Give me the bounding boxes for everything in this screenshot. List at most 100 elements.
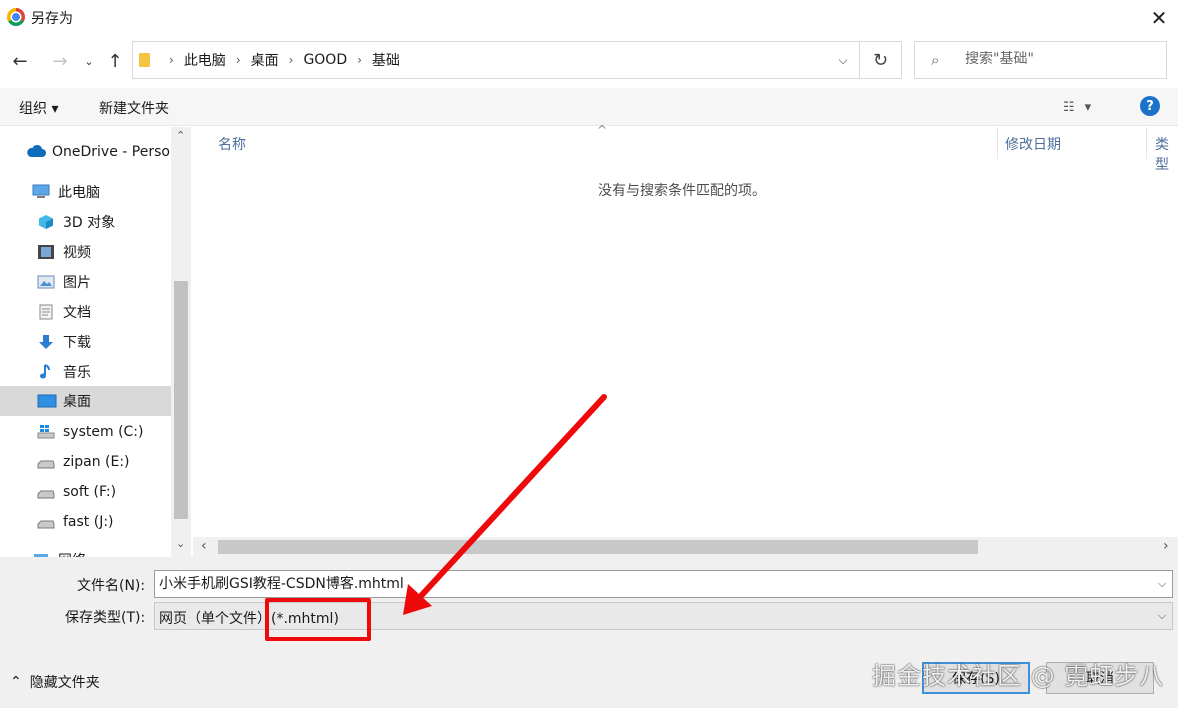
sidebar-item-soft-f[interactable]: soft (F:) bbox=[0, 477, 171, 507]
title-bar: 另存为 ✕ bbox=[0, 0, 1178, 36]
breadcrumb-separator: › bbox=[169, 53, 174, 67]
breadcrumb-item[interactable]: 基础 bbox=[372, 50, 400, 70]
sidebar-item-label: fast (J:) bbox=[63, 514, 114, 530]
organize-button[interactable]: 组织 ▾ bbox=[19, 98, 58, 118]
sidebar-item-label: 网络 bbox=[58, 550, 86, 557]
sidebar-item-network[interactable]: 网络 bbox=[0, 545, 171, 557]
chrome-logo-icon bbox=[7, 8, 25, 26]
column-divider[interactable] bbox=[997, 127, 998, 159]
sidebar-item-label: 下载 bbox=[63, 335, 91, 351]
back-button[interactable]: ← bbox=[6, 46, 34, 76]
chevron-down-icon: ▾ bbox=[1084, 99, 1092, 115]
breadcrumb-separator[interactable]: › bbox=[226, 53, 251, 67]
scrollbar-thumb[interactable] bbox=[174, 281, 188, 519]
sidebar-item-label: soft (F:) bbox=[63, 484, 117, 500]
sidebar-item-label: 此电脑 bbox=[58, 185, 100, 201]
address-dropdown-button[interactable]: ⌵ bbox=[827, 42, 859, 78]
navigation-scrollbar[interactable]: ⌃ ⌄ bbox=[171, 127, 191, 557]
music-icon bbox=[37, 364, 55, 380]
download-icon bbox=[37, 334, 55, 350]
horizontal-scrollbar[interactable]: ‹ › bbox=[193, 537, 1178, 557]
sidebar-item-label: system (C:) bbox=[63, 424, 144, 440]
hide-folders-toggle[interactable]: ⌃ 隐藏文件夹 bbox=[10, 672, 100, 692]
scroll-left-icon[interactable]: ‹ bbox=[201, 538, 207, 554]
sidebar-item-label: 3D 对象 bbox=[63, 215, 116, 231]
refresh-button[interactable]: ↻ bbox=[860, 41, 902, 79]
hide-folders-label: 隐藏文件夹 bbox=[29, 675, 100, 691]
drive-icon bbox=[37, 484, 55, 500]
window-title: 另存为 bbox=[31, 11, 73, 27]
sidebar-item-label: 视频 bbox=[63, 245, 91, 261]
annotation-highlight-box bbox=[265, 598, 371, 641]
folder-icon bbox=[139, 53, 150, 67]
column-header-type[interactable]: 类型 bbox=[1155, 134, 1178, 174]
address-bar[interactable]: › 此电脑 › 桌面 › GOOD › 基础 ⌵ bbox=[132, 41, 860, 79]
watermark-text: 掘金技术社区 @ 霓虹步八 bbox=[872, 662, 1165, 690]
filetype-label: 保存类型(T): bbox=[65, 610, 146, 626]
forward-button[interactable]: → bbox=[46, 46, 74, 76]
sidebar-item-desktop[interactable]: 桌面 bbox=[0, 386, 171, 416]
windows-drive-icon bbox=[37, 424, 55, 440]
sidebar-item-fast-j[interactable]: fast (J:) bbox=[0, 507, 171, 537]
recent-locations-button[interactable]: ⌄ bbox=[78, 46, 100, 76]
image-icon bbox=[37, 274, 55, 290]
sidebar-item-documents[interactable]: 文档 bbox=[0, 297, 171, 327]
sidebar-item-label: 桌面 bbox=[63, 394, 91, 410]
sidebar-item-pictures[interactable]: 图片 bbox=[0, 267, 171, 297]
search-box[interactable]: ⌕ bbox=[914, 41, 1167, 79]
sidebar-item-system-c[interactable]: system (C:) bbox=[0, 417, 171, 447]
sidebar-item-label: 图片 bbox=[63, 275, 91, 291]
sidebar-item-3d-objects[interactable]: 3D 对象 bbox=[0, 207, 171, 237]
filename-combobox[interactable]: ⌵ bbox=[154, 570, 1173, 598]
help-button[interactable]: ? bbox=[1140, 96, 1160, 116]
filename-input[interactable] bbox=[159, 575, 1139, 591]
sidebar-item-label: 文档 bbox=[63, 305, 91, 321]
empty-results-message: 没有与搜索条件匹配的项。 bbox=[598, 183, 766, 199]
sidebar-item-label: OneDrive - Perso bbox=[52, 144, 170, 160]
column-divider[interactable] bbox=[1146, 127, 1147, 159]
breadcrumb-separator[interactable]: › bbox=[279, 53, 304, 67]
up-button[interactable]: ↑ bbox=[101, 46, 129, 76]
scroll-up-icon[interactable]: ⌃ bbox=[176, 129, 185, 142]
desktop-icon bbox=[37, 393, 57, 409]
chevron-down-icon[interactable]: ⌵ bbox=[1151, 603, 1173, 629]
breadcrumb-item[interactable]: 此电脑 bbox=[184, 50, 226, 70]
document-icon bbox=[37, 304, 55, 320]
breadcrumb: › 此电脑 › 桌面 › GOOD › 基础 bbox=[159, 42, 400, 78]
new-folder-button[interactable]: 新建文件夹 bbox=[99, 98, 169, 118]
sidebar-item-music[interactable]: 音乐 bbox=[0, 357, 171, 387]
column-header-name[interactable]: 名称 bbox=[218, 134, 246, 154]
sidebar-item-this-pc[interactable]: 此电脑 bbox=[0, 177, 171, 207]
scroll-right-icon[interactable]: › bbox=[1163, 538, 1169, 554]
search-icon: ⌕ bbox=[931, 51, 940, 69]
toolbar: 组织 ▾ 新建文件夹 ☷ ▾ bbox=[0, 88, 1178, 126]
column-header-date-modified[interactable]: 修改日期 bbox=[1005, 134, 1061, 154]
chevron-down-icon[interactable]: ⌵ bbox=[1151, 571, 1173, 597]
chevron-up-icon: ⌃ bbox=[10, 674, 22, 690]
sidebar-item-videos[interactable]: 视频 bbox=[0, 237, 171, 267]
sidebar-item-zipan-e[interactable]: zipan (E:) bbox=[0, 447, 171, 477]
breadcrumb-item[interactable]: 桌面 bbox=[251, 50, 279, 70]
change-view-button[interactable]: ☷ ▾ bbox=[1063, 96, 1109, 118]
sidebar-item-label: zipan (E:) bbox=[63, 454, 130, 470]
cloud-icon bbox=[26, 144, 46, 160]
search-input[interactable] bbox=[965, 51, 1155, 67]
file-list[interactable]: ^ 名称 修改日期 类型 没有与搜索条件匹配的项。 bbox=[193, 123, 1178, 537]
cube-icon bbox=[37, 214, 55, 230]
close-button[interactable]: ✕ bbox=[1140, 0, 1178, 36]
breadcrumb-separator[interactable]: › bbox=[347, 53, 372, 67]
sidebar-item-onedrive[interactable]: OneDrive - Perso bbox=[0, 137, 171, 167]
drive-icon bbox=[37, 514, 55, 530]
navigation-pane[interactable]: OneDrive - Perso 此电脑 3D 对象 视频 图片 文档 下载 音… bbox=[0, 127, 191, 557]
breadcrumb-item[interactable]: GOOD bbox=[303, 52, 347, 68]
filename-label: 文件名(N): bbox=[77, 578, 146, 594]
video-icon bbox=[37, 244, 55, 260]
scrollbar-thumb[interactable] bbox=[218, 540, 978, 554]
sort-ascending-icon: ^ bbox=[597, 123, 608, 137]
scroll-down-icon[interactable]: ⌄ bbox=[176, 537, 185, 550]
sidebar-item-downloads[interactable]: 下载 bbox=[0, 327, 171, 357]
view-list-icon: ☷ bbox=[1063, 99, 1075, 115]
computer-icon bbox=[32, 184, 50, 200]
sidebar-item-label: 音乐 bbox=[63, 365, 91, 381]
save-form: 文件名(N): ⌵ 保存类型(T): 网页（单个文件）(*.mhtml) ⌵ ⌃… bbox=[0, 557, 1178, 708]
